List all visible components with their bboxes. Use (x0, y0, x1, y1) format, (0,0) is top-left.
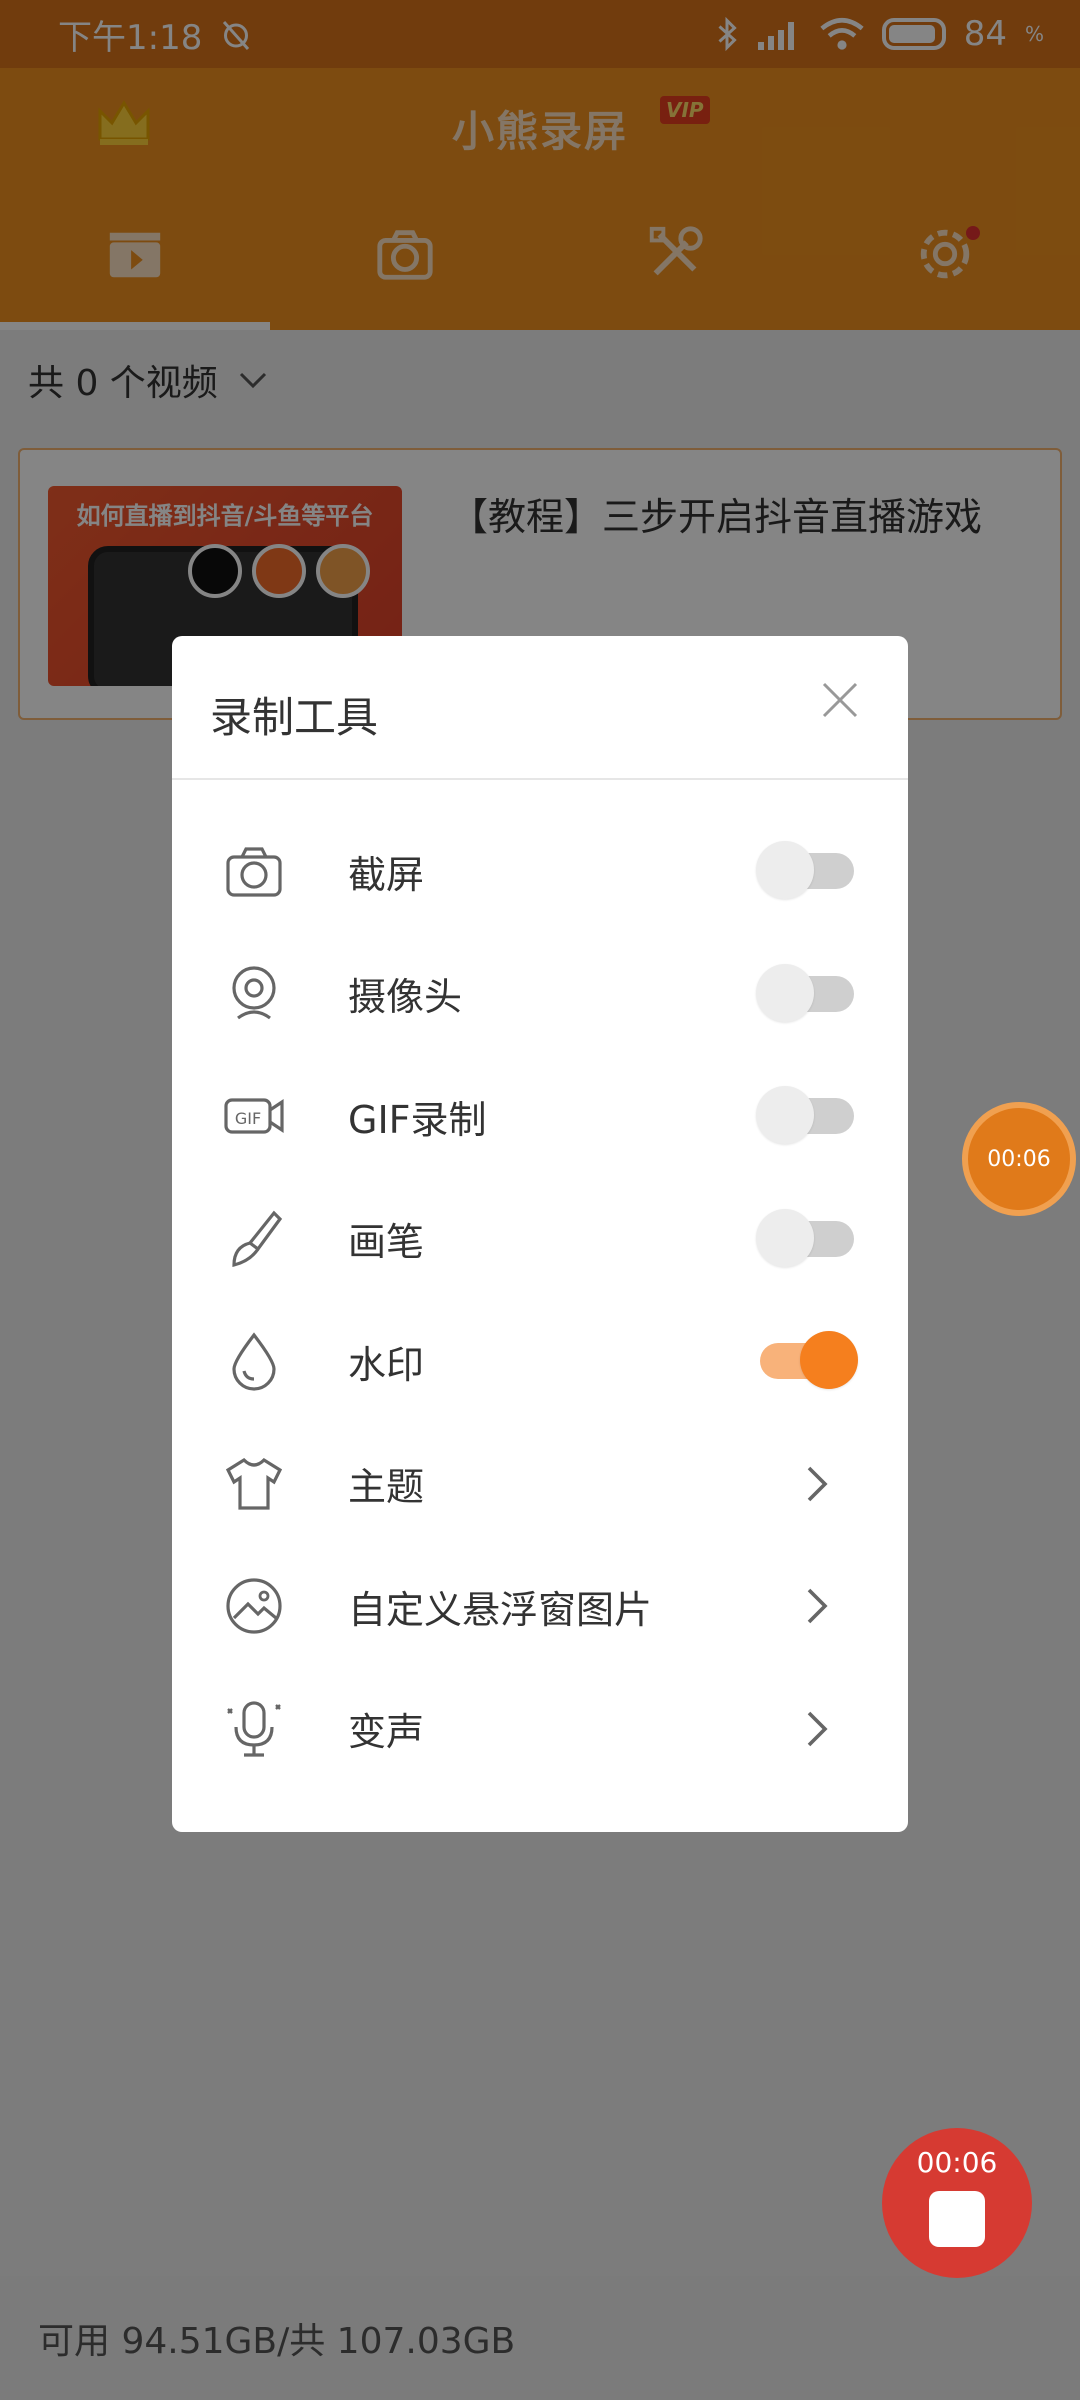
dialog-title: 录制工具 (210, 693, 379, 742)
brush-icon (232, 1210, 283, 1267)
tshirt-icon (225, 1457, 283, 1510)
floating-timer[interactable]: 00:06 (962, 1102, 1076, 1216)
tool-theme[interactable]: 主题 (172, 1423, 908, 1546)
stop-record-button[interactable]: 00:06 (882, 2128, 1032, 2278)
tool-watermark[interactable]: 水印 (172, 1300, 908, 1423)
floating-timer-text: 00:06 (987, 1146, 1051, 1172)
tool-label: 画笔 (348, 1220, 425, 1265)
recording-tools-dialog: 录制工具 截屏 摄像头 GIF GIF录制 画笔 水印 主题 自定义悬浮窗图片 … (172, 636, 908, 1832)
camera-toggle[interactable] (756, 963, 854, 1022)
tool-label: 自定义悬浮窗图片 (348, 1587, 653, 1632)
chevron-right-icon (807, 1588, 828, 1624)
tool-label: 水印 (348, 1342, 425, 1387)
gif-toggle[interactable] (756, 1086, 854, 1145)
tool-screenshot[interactable]: 截屏 (172, 810, 908, 933)
tool-gif[interactable]: GIF GIF录制 (172, 1055, 908, 1178)
tool-camera[interactable]: 摄像头 (172, 933, 908, 1056)
microphone-icon (227, 1701, 281, 1757)
image-icon (226, 1578, 282, 1634)
tool-list: 截屏 摄像头 GIF GIF录制 画笔 水印 主题 自定义悬浮窗图片 变声 (172, 780, 908, 1790)
webcam-icon (232, 966, 276, 1020)
record-time: 00:06 (916, 2146, 998, 2179)
water-drop-icon (232, 1332, 276, 1391)
tool-voice-changer[interactable]: 变声 (172, 1668, 908, 1791)
tool-brush[interactable]: 画笔 (172, 1178, 908, 1301)
screenshot-toggle[interactable] (756, 841, 854, 900)
chevron-right-icon (807, 1711, 828, 1747)
close-icon[interactable] (820, 680, 860, 720)
camera-icon (226, 847, 282, 897)
tool-label: 主题 (348, 1465, 425, 1510)
brush-toggle[interactable] (756, 1208, 854, 1267)
watermark-toggle[interactable] (760, 1331, 858, 1390)
gif-icon: GIF (224, 1098, 284, 1134)
svg-text:GIF: GIF (235, 1109, 261, 1128)
chevron-right-icon (807, 1466, 828, 1502)
tool-label: GIF录制 (348, 1097, 487, 1142)
tool-custom-float-image[interactable]: 自定义悬浮窗图片 (172, 1545, 908, 1668)
tool-label: 变声 (348, 1710, 425, 1755)
stop-icon (929, 2191, 985, 2247)
tool-label: 摄像头 (348, 975, 463, 1020)
tool-label: 截屏 (348, 852, 425, 897)
